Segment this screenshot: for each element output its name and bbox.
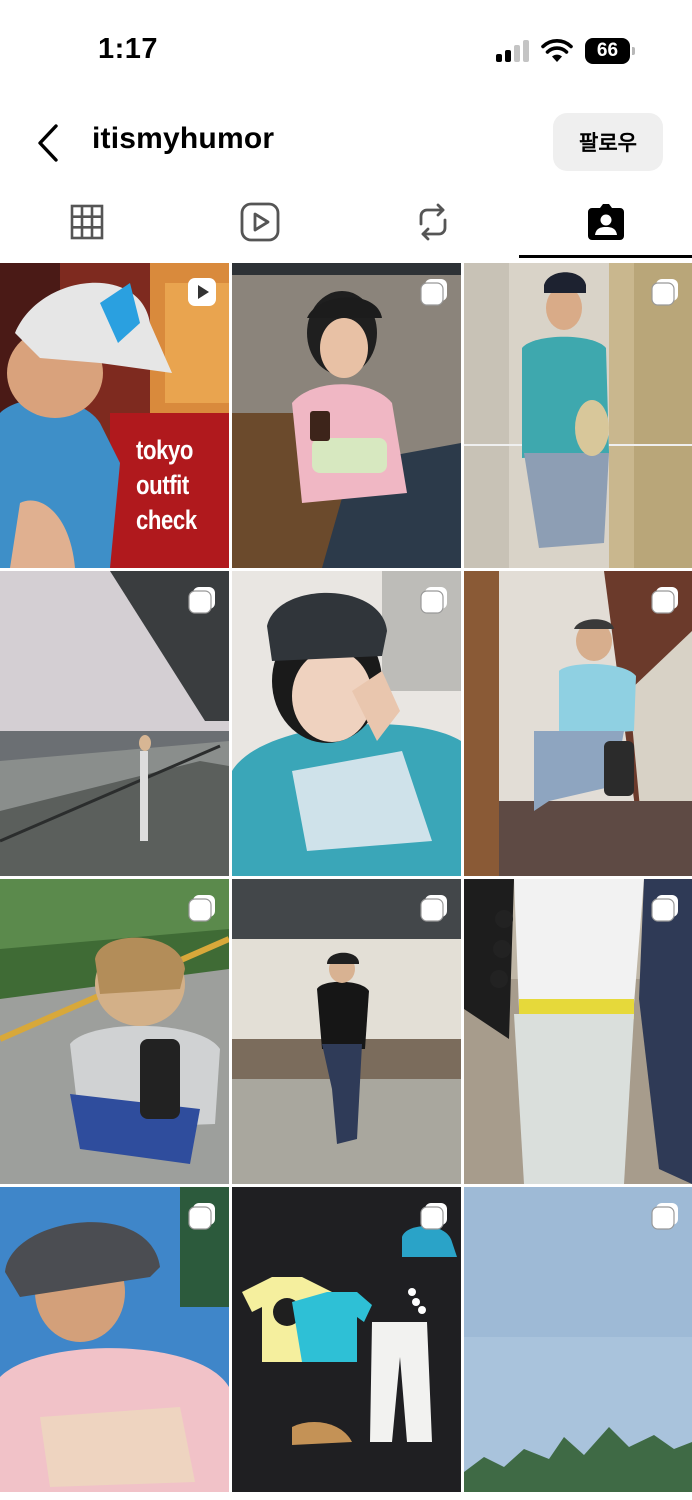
profile-username: itismyhumor [92, 122, 275, 155]
bottom-edge [0, 1494, 692, 1500]
multi-post-icon [651, 895, 678, 922]
post-tile[interactable] [0, 879, 229, 1184]
post-tile[interactable] [232, 879, 461, 1184]
post-thumbnail [464, 879, 692, 1184]
back-button[interactable] [30, 120, 66, 166]
tab-reposts[interactable] [346, 186, 519, 258]
post-thumbnail [232, 263, 461, 568]
tagged-posts-grid: tokyo outfit check [0, 263, 692, 1492]
post-tile[interactable] [232, 1187, 461, 1492]
battery-level: 66 [585, 38, 630, 64]
reposts-icon [419, 203, 446, 241]
post-thumbnail [464, 571, 692, 876]
post-overlay-text: tokyo outfit check [136, 435, 197, 535]
post-thumbnail [0, 1187, 229, 1492]
multi-post-icon [188, 1203, 215, 1230]
wifi-icon [541, 39, 573, 62]
reels-icon [240, 202, 279, 242]
post-tile[interactable] [0, 571, 229, 876]
multi-post-icon [651, 1203, 678, 1230]
post-tile[interactable] [464, 263, 692, 568]
tab-reels[interactable] [173, 186, 346, 258]
multi-post-icon [420, 279, 447, 306]
cellular-signal-icon [496, 40, 532, 62]
multi-post-icon [188, 587, 215, 614]
tagged-icon [587, 204, 624, 240]
post-tile[interactable] [232, 571, 461, 876]
post-tile[interactable] [464, 879, 692, 1184]
post-thumbnail [0, 879, 229, 1184]
chevron-left-icon [38, 124, 58, 162]
status-time: 1:17 [98, 33, 159, 65]
post-thumbnail [232, 1187, 461, 1492]
post-tile[interactable] [464, 571, 692, 876]
post-thumbnail [464, 263, 692, 568]
profile-header: itismyhumor 팔로우 [0, 100, 692, 186]
reel-icon [188, 278, 216, 306]
grid-icon [70, 204, 103, 240]
status-bar: 1:17 66 [0, 0, 692, 100]
post-tile[interactable] [0, 1187, 229, 1492]
post-tile[interactable] [464, 1187, 692, 1492]
multi-post-icon [188, 895, 215, 922]
multi-post-icon [420, 895, 447, 922]
post-thumbnail [0, 571, 229, 876]
post-tile[interactable] [232, 263, 461, 568]
post-thumbnail [232, 571, 461, 876]
tab-posts-grid[interactable] [0, 186, 173, 258]
post-thumbnail [232, 879, 461, 1184]
battery-icon: 66 [585, 38, 635, 64]
multi-post-icon [420, 1203, 447, 1230]
multi-post-icon [651, 587, 678, 614]
follow-button[interactable]: 팔로우 [553, 113, 663, 171]
post-thumbnail [464, 1187, 692, 1492]
tab-tagged[interactable] [519, 186, 692, 258]
multi-post-icon [420, 587, 447, 614]
post-tile[interactable]: tokyo outfit check [0, 263, 229, 568]
multi-post-icon [651, 279, 678, 306]
profile-tabs [0, 186, 692, 258]
